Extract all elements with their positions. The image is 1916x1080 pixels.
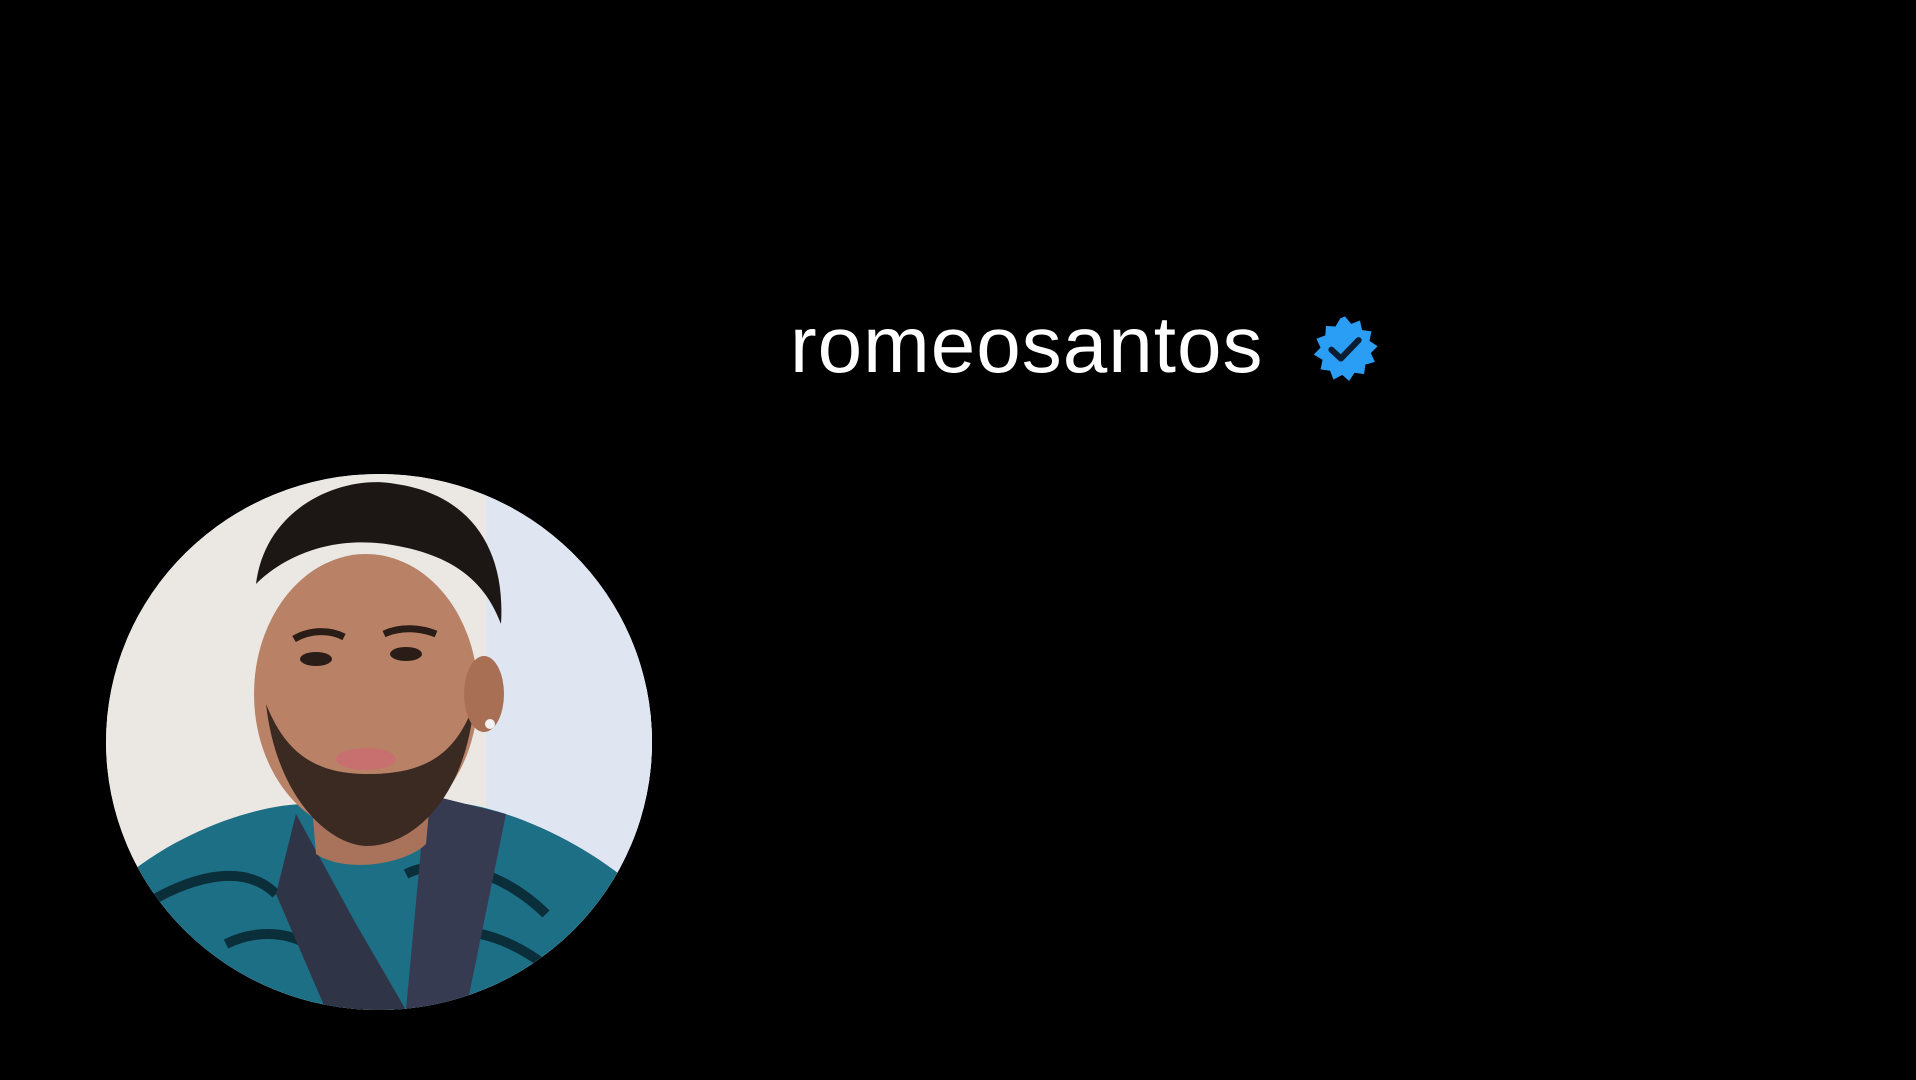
verified-badge-icon [1311,315,1379,383]
profile-photo [106,474,652,1010]
username[interactable]: romeosantos [790,305,1263,385]
profile-card: romeosantos [0,0,1916,1080]
profile-avatar[interactable] [106,474,652,1010]
username-row: romeosantos [790,290,1379,400]
